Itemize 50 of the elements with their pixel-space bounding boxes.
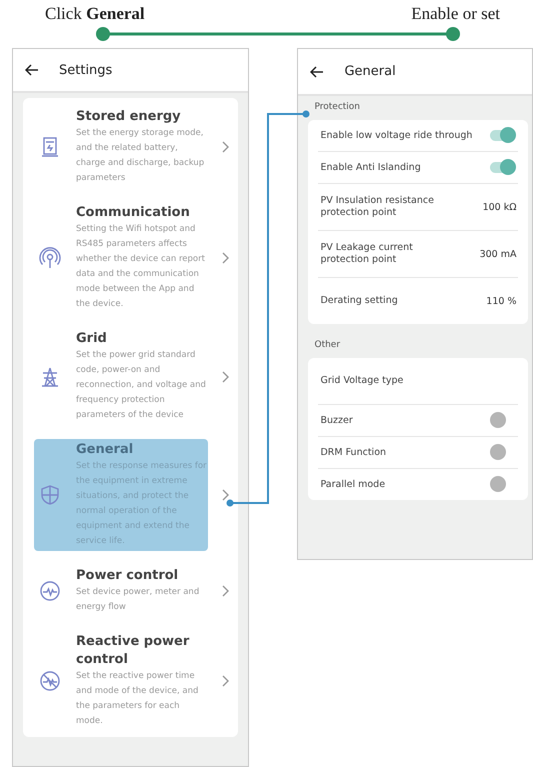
menu-item-description: Setting the Wifi hotspot and RS485 parameters affects whether the device can report data and the communication mode between the App and the device.	[76, 223, 206, 311]
chevron-right-icon[interactable]	[222, 489, 230, 501]
section-title: Protection	[313, 101, 362, 114]
section-title: Other	[313, 339, 342, 352]
menu-item-description: Set the reactive power time and mode of the device, and the parameters for each mode.	[76, 670, 200, 728]
menu-item[interactable]: Stored energy Set the energy storage mode, and the related battery, charge and discharge, backup parameters	[34, 106, 208, 188]
setting-label: PV Leakage current protection point	[320, 242, 414, 266]
setting-label: Enable low voltage ride through	[320, 130, 474, 142]
menu-item-title: Power control	[76, 567, 180, 585]
setting-label: Parallel mode	[320, 478, 386, 490]
back-icon[interactable]	[25, 64, 39, 76]
menu-item-description: Set the power grid standard code, power-on and reconnection, and voltage and frequency protection parameters of the device	[76, 349, 207, 422]
chevron-right-icon[interactable]	[222, 141, 230, 153]
step-label: Enable or set	[411, 4, 500, 25]
setting-label: Buzzer	[320, 414, 354, 426]
setting-label: Enable Anti Islanding	[320, 162, 422, 174]
chevron-right-icon[interactable]	[222, 370, 230, 382]
menu-item-title: Reactive power control	[76, 633, 190, 669]
setting-label: Grid Voltage type	[320, 375, 404, 387]
toggle-switch[interactable]	[490, 162, 514, 173]
menu-item[interactable]: Reactive power control Set the reactive power time and mode of the device, and the parameters for each mode.	[34, 631, 208, 731]
setting-value: 110 %	[486, 296, 516, 306]
back-icon[interactable]	[310, 66, 324, 78]
screen-title: General	[344, 64, 396, 79]
pulse-icon	[39, 580, 61, 602]
menu-item[interactable]: Grid Set the power grid standard code, power-on and reconnection, and voltage and frequency protection parameters of the device	[34, 328, 208, 425]
battery-icon	[39, 136, 61, 158]
menu-item-description: Set device power, meter and energy flow	[76, 586, 200, 614]
screen-title: Settings	[59, 62, 112, 78]
menu-item[interactable]: Power control Set device power, meter and energy flow	[34, 565, 208, 617]
pulse-off-icon	[39, 670, 61, 692]
chevron-right-icon[interactable]	[222, 252, 230, 264]
menu-item-title: General	[76, 441, 134, 459]
shield-icon	[39, 484, 61, 506]
antenna-icon	[39, 247, 61, 269]
chevron-right-icon[interactable]	[222, 585, 230, 597]
setting-value: 300 mA	[480, 248, 516, 260]
menu-item-title: Stored energy	[76, 108, 182, 126]
menu-item-title: Communication	[76, 204, 191, 222]
setting-value: 100 kΩ	[482, 202, 516, 212]
menu-item-title: Grid	[76, 330, 108, 348]
setting-label: PV Insulation resistance protection point	[320, 195, 435, 219]
chevron-right-icon[interactable]	[222, 675, 230, 687]
setting-label: DRM Function	[320, 446, 388, 458]
toggle-switch[interactable]	[490, 130, 514, 141]
menu-item-description: Set the energy storage mode, and the related battery, charge and discharge, backup parameters	[76, 127, 206, 185]
setting-label: Derating setting	[320, 295, 399, 307]
step-label: Click General	[45, 4, 145, 25]
tower-icon	[39, 366, 61, 388]
menu-item[interactable]: Communication Setting the Wifi hotspot and RS485 parameters affects whether the device can report data and the communication mode between the App and the device.	[34, 202, 208, 314]
